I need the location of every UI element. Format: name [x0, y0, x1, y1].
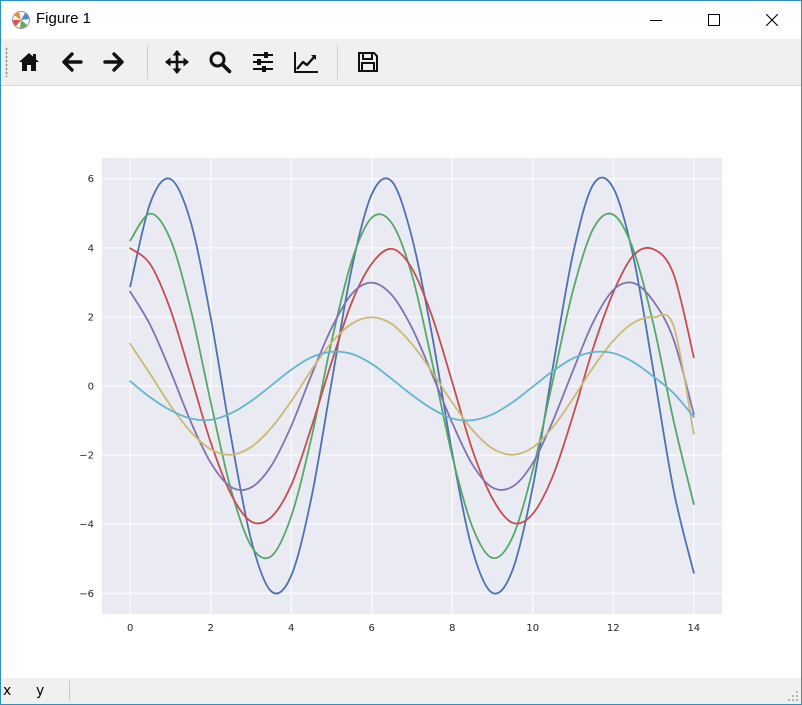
minimize-icon — [650, 20, 662, 21]
minimize-button[interactable] — [627, 1, 685, 39]
edit-axes-button[interactable] — [289, 45, 323, 79]
sliders-icon — [253, 52, 273, 72]
save-button[interactable] — [351, 45, 385, 79]
back-button[interactable] — [55, 45, 89, 79]
y-tick-label: −6 — [79, 589, 94, 600]
line-chart: 0 2 4 6 8 10 12 14 −6 −4 −2 0 2 4 6 — [79, 158, 722, 634]
status-y-label: y — [36, 683, 45, 699]
navigation-toolbar — [1, 39, 801, 86]
move-arrows-icon — [165, 50, 189, 74]
y-tick-label: 6 — [88, 174, 94, 185]
x-tick-label: 10 — [526, 623, 539, 634]
status-bar: x y — [1, 678, 801, 704]
x-tick-label: 14 — [687, 623, 700, 634]
toolbar-grip[interactable] — [5, 47, 8, 77]
maximize-button[interactable] — [685, 1, 743, 39]
figure-canvas[interactable]: 0 2 4 6 8 10 12 14 −6 −4 −2 0 2 4 6 — [1, 86, 801, 678]
toolbar-separator — [337, 45, 338, 79]
x-tick-label: 2 — [208, 623, 214, 634]
zoom-button[interactable] — [203, 45, 237, 79]
y-tick-label: 2 — [88, 312, 94, 323]
matplotlib-icon — [12, 11, 30, 29]
y-tick-label: −4 — [79, 520, 94, 531]
pan-button[interactable] — [160, 45, 194, 79]
arrow-right-icon — [103, 52, 124, 72]
x-tick-label: 8 — [449, 623, 455, 634]
x-tick-label: 12 — [607, 623, 620, 634]
close-button[interactable] — [743, 1, 801, 39]
y-tick-label: 0 — [88, 382, 94, 393]
y-tick-label: 4 — [88, 243, 94, 254]
forward-button[interactable] — [97, 45, 131, 79]
resize-grip-icon[interactable] — [787, 690, 799, 702]
magnifier-icon — [209, 51, 232, 74]
home-button[interactable] — [12, 45, 46, 79]
window-title: Figure 1 — [36, 10, 92, 27]
subplots-button[interactable] — [246, 45, 280, 79]
home-icon — [19, 53, 39, 71]
x-tick-label: 4 — [288, 623, 294, 634]
status-x-label: x — [3, 683, 12, 699]
floppy-disk-icon — [358, 52, 378, 72]
y-tick-label: −2 — [79, 451, 94, 462]
line-chart-icon — [294, 52, 318, 73]
x-tick-label: 6 — [369, 623, 375, 634]
maximize-icon — [708, 14, 720, 26]
close-icon — [766, 14, 778, 26]
toolbar-separator — [147, 45, 148, 79]
x-tick-label: 0 — [127, 623, 133, 634]
figure-window: Figure 1 0 2 4 6 8 10 12 14 −6 −4 −2 0 2… — [0, 0, 802, 705]
arrow-left-icon — [62, 52, 83, 72]
status-separator — [69, 681, 70, 701]
title-bar: Figure 1 — [1, 1, 801, 39]
